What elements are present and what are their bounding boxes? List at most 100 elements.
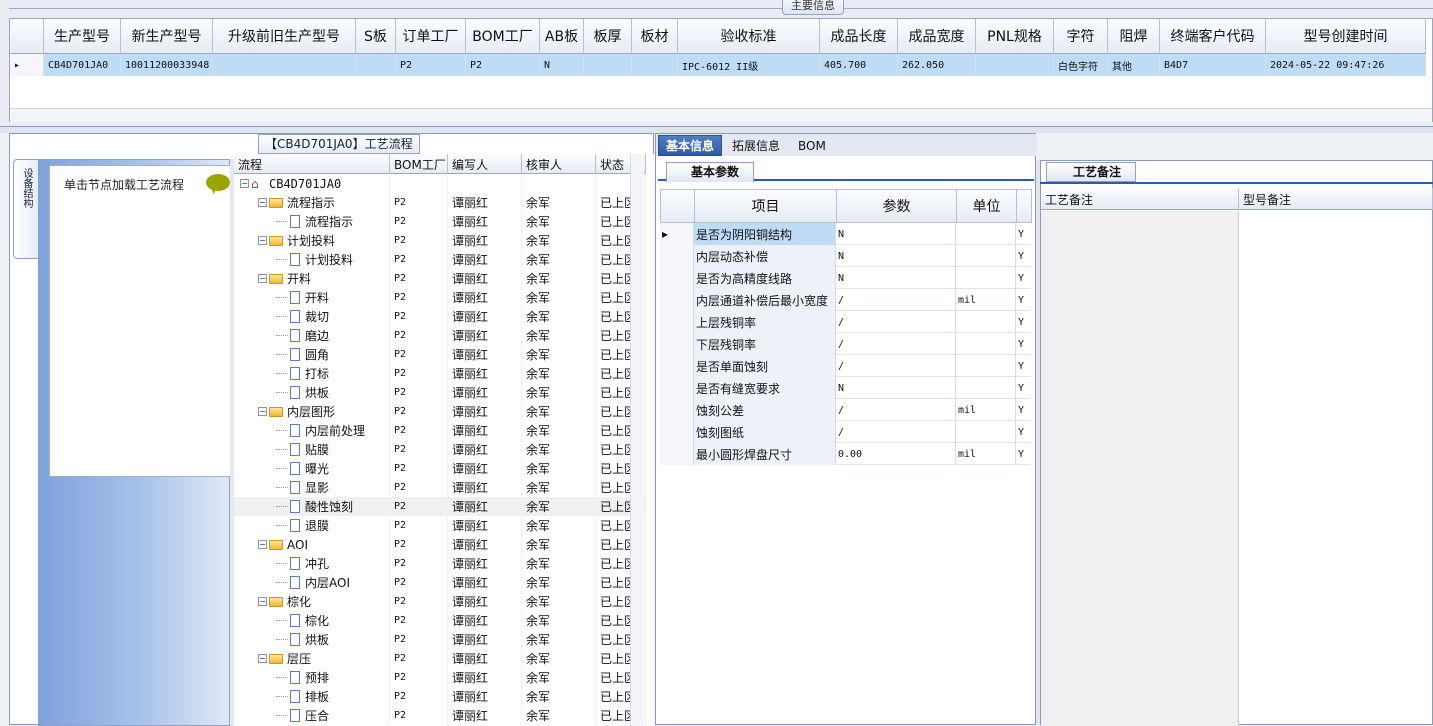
- param-value[interactable]: 0.00: [836, 443, 956, 465]
- tree-row[interactable]: 酸性蚀刻 P2 谭丽红 余军 已上区: [234, 497, 646, 516]
- tree-row[interactable]: 烘板 P2 谭丽红 余军 已上区: [234, 630, 646, 649]
- grid-col-header[interactable]: 板厚: [584, 19, 632, 54]
- param-row[interactable]: 最小圆形焊盘尺寸 0.00 mil Y: [660, 443, 1030, 465]
- equipment-structure-tab[interactable]: 设备结构: [13, 159, 39, 259]
- tree-row[interactable]: 开料 P2 谭丽红 余军 已上区: [234, 288, 646, 307]
- tree-row[interactable]: 棕化 P2 谭丽红 余军 已上区: [234, 611, 646, 630]
- grid-col-header[interactable]: S板: [356, 19, 396, 54]
- grid-col-header[interactable]: 型号创建时间: [1266, 19, 1426, 54]
- collapse-icon[interactable]: −: [258, 540, 267, 549]
- grid-col-header[interactable]: PNL规格: [976, 19, 1054, 54]
- tree-node[interactable]: − 层压: [234, 649, 390, 668]
- tree-row[interactable]: 流程指示 P2 谭丽红 余军 已上区: [234, 212, 646, 231]
- tree-node[interactable]: 冲孔: [234, 554, 390, 573]
- product-grid-row[interactable]: ▸ CB4D701JA0 10011200033948 P2 P2 N IPC-6012 I…: [10, 54, 1426, 76]
- collapse-icon[interactable]: −: [258, 654, 267, 663]
- tree-node[interactable]: − 计划投料: [234, 231, 390, 250]
- grid-cell[interactable]: P2: [396, 54, 466, 76]
- tree-node[interactable]: 内层前处理: [234, 421, 390, 440]
- node-box[interactable]: 单击节点加载工艺流程: [49, 165, 237, 477]
- tree-node[interactable]: 烘板: [234, 383, 390, 402]
- grid-col-header[interactable]: 新生产型号: [121, 19, 213, 54]
- tree-node[interactable]: 排板: [234, 687, 390, 706]
- param-row[interactable]: 蚀刻公差 / mil Y: [660, 399, 1030, 421]
- param-value[interactable]: /: [836, 311, 956, 333]
- tree-node[interactable]: − 内层图形: [234, 402, 390, 421]
- tree-row[interactable]: 曝光 P2 谭丽红 余军 已上区: [234, 459, 646, 478]
- tree-node[interactable]: 开料: [234, 288, 390, 307]
- param-value[interactable]: /: [836, 421, 956, 443]
- grid-col-header[interactable]: 验收标准: [678, 19, 820, 54]
- tree-node[interactable]: 烘板: [234, 630, 390, 649]
- grid-cell[interactable]: 262.050: [898, 54, 976, 76]
- collapse-icon[interactable]: −: [258, 597, 267, 606]
- tree-row[interactable]: − 开料 P2 谭丽红 余军 已上区: [234, 269, 646, 288]
- tree-col-header[interactable]: 编写人: [448, 154, 522, 174]
- basic-params-tab[interactable]: 基本参数: [666, 162, 755, 182]
- param-row[interactable]: 内层通道补偿后最小宽度 / mil Y: [660, 289, 1030, 311]
- collapse-icon[interactable]: −: [240, 179, 249, 188]
- process-remarks-tab[interactable]: 工艺备注: [1046, 162, 1137, 182]
- tree-vertical-scrollbar[interactable]: [630, 154, 644, 726]
- param-value[interactable]: N: [836, 245, 956, 267]
- grid-col-header[interactable]: 字符: [1054, 19, 1108, 54]
- tree-node[interactable]: 棕化: [234, 611, 390, 630]
- grid-col-header[interactable]: 成品长度: [820, 19, 898, 54]
- param-row[interactable]: 上层残铜率 / Y: [660, 311, 1030, 333]
- tree-row[interactable]: − 内层图形 P2 谭丽红 余军 已上区: [234, 402, 646, 421]
- tree-row[interactable]: − AOI P2 谭丽红 余军 已上区: [234, 535, 646, 554]
- tree-node[interactable]: 裁切: [234, 307, 390, 326]
- param-row[interactable]: 是否为高精度线路 N Y: [660, 267, 1030, 289]
- param-value[interactable]: N: [836, 377, 956, 399]
- tree-row[interactable]: 预排 P2 谭丽红 余军 已上区: [234, 668, 646, 687]
- tree-node[interactable]: 预排: [234, 668, 390, 687]
- grid-col-header[interactable]: BOM工厂: [466, 19, 540, 54]
- tree-node[interactable]: 计划投料: [234, 250, 390, 269]
- process-remarks-textarea[interactable]: [1041, 211, 1239, 725]
- tree-row[interactable]: 贴膜 P2 谭丽红 余军 已上区: [234, 440, 646, 459]
- grid-cell[interactable]: CB4D701JA0: [44, 54, 121, 76]
- tree-row[interactable]: 烘板 P2 谭丽红 余军 已上区: [234, 383, 646, 402]
- grid-col-header[interactable]: AB板: [540, 19, 584, 54]
- grid-col-header[interactable]: 升级前旧生产型号: [213, 19, 356, 54]
- grid-cell[interactable]: [632, 54, 678, 76]
- param-row[interactable]: 蚀刻图纸 / Y: [660, 421, 1030, 443]
- tree-row[interactable]: 磨边 P2 谭丽红 余军 已上区: [234, 326, 646, 345]
- tree-node[interactable]: 流程指示: [234, 212, 390, 231]
- param-row[interactable]: 是否有缝宽要求 N Y: [660, 377, 1030, 399]
- tab-basic[interactable]: 基本信息: [658, 135, 723, 156]
- grid-cell[interactable]: [213, 54, 356, 76]
- grid-cell[interactable]: 其他: [1108, 54, 1160, 76]
- tree-row[interactable]: 显影 P2 谭丽红 余军 已上区: [234, 478, 646, 497]
- grid-col-header[interactable]: 终端客户代码: [1160, 19, 1266, 54]
- grid-col-header[interactable]: 板材: [632, 19, 678, 54]
- tree-node[interactable]: − 开料: [234, 269, 390, 288]
- grid-cell[interactable]: [356, 54, 396, 76]
- tree-row[interactable]: − 层压 P2 谭丽红 余军 已上区: [234, 649, 646, 668]
- tree-node[interactable]: − AOI: [234, 535, 390, 554]
- param-value[interactable]: /: [836, 289, 956, 311]
- param-value[interactable]: /: [836, 355, 956, 377]
- tree-row[interactable]: − 棕化 P2 谭丽红 余军 已上区: [234, 592, 646, 611]
- tree-node[interactable]: 显影: [234, 478, 390, 497]
- tree-row[interactable]: 退膜 P2 谭丽红 余军 已上区: [234, 516, 646, 535]
- tree-row[interactable]: 计划投料 P2 谭丽红 余军 已上区: [234, 250, 646, 269]
- collapse-icon[interactable]: −: [258, 236, 267, 245]
- tree-col-header[interactable]: BOM工厂: [390, 154, 448, 174]
- grid-cell[interactable]: P2: [466, 54, 540, 76]
- param-row[interactable]: 内层动态补偿 N Y: [660, 245, 1030, 267]
- tree-node[interactable]: 曝光: [234, 459, 390, 478]
- param-row[interactable]: 是否单面蚀刻 / Y: [660, 355, 1030, 377]
- tree-node[interactable]: 贴膜: [234, 440, 390, 459]
- tab-bom[interactable]: BOM: [790, 135, 834, 156]
- tree-node[interactable]: − 流程指示: [234, 193, 390, 212]
- param-value[interactable]: /: [836, 399, 956, 421]
- tree-row[interactable]: − 流程指示 P2 谭丽红 余军 已上区: [234, 193, 646, 212]
- grid-col-header[interactable]: 成品宽度: [898, 19, 976, 54]
- grid-cell[interactable]: 405.700: [820, 54, 898, 76]
- grid-cell[interactable]: N: [540, 54, 584, 76]
- tree-row[interactable]: 圆角 P2 谭丽红 余军 已上区: [234, 345, 646, 364]
- grid-col-header[interactable]: 生产型号: [44, 19, 121, 54]
- tree-row[interactable]: 排板 P2 谭丽红 余军 已上区: [234, 687, 646, 706]
- param-row[interactable]: 下层残铜率 / Y: [660, 333, 1030, 355]
